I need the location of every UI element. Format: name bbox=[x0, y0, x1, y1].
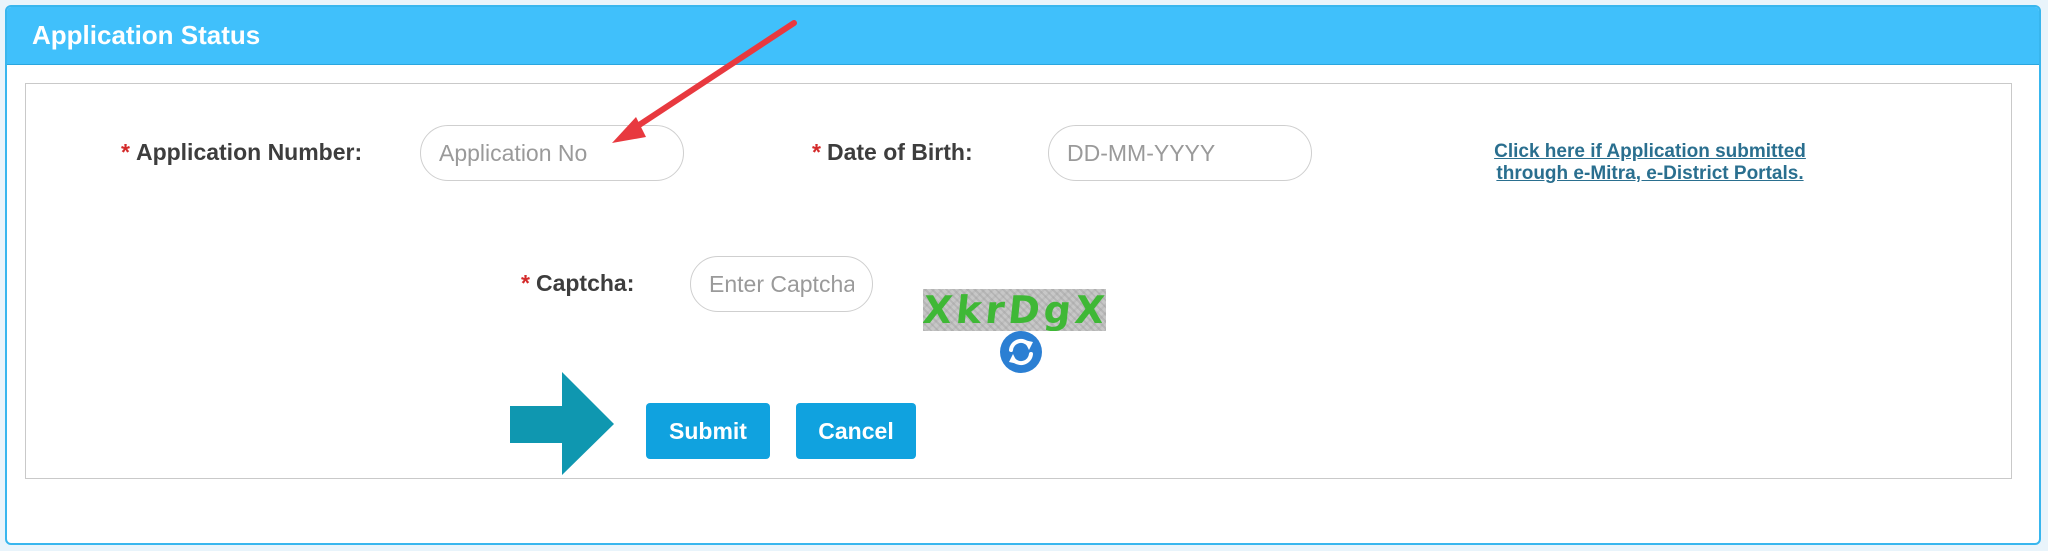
required-marker: * bbox=[812, 139, 821, 165]
captcha-label-text: Captcha: bbox=[535, 270, 635, 296]
date-of-birth-input[interactable] bbox=[1048, 125, 1312, 181]
page-title: Application Status bbox=[32, 20, 261, 50]
captcha-image-text: XkrDgX bbox=[923, 289, 1106, 331]
submit-button[interactable]: Submit bbox=[646, 403, 770, 459]
captcha-image: XkrDgX bbox=[923, 289, 1106, 331]
application-number-label-text: Application Number: bbox=[135, 139, 363, 165]
emitra-link-line1: Click here if Application submitted bbox=[1494, 141, 1806, 162]
date-of-birth-label-text: Date of Birth: bbox=[826, 139, 973, 165]
emitra-edistrict-link[interactable]: Click here if Application submitted thro… bbox=[1440, 141, 1860, 185]
date-of-birth-label: * Date of Birth: bbox=[812, 141, 973, 164]
refresh-icon bbox=[1009, 338, 1033, 366]
emitra-link-line2: through e-Mitra, e-District Portals. bbox=[1496, 163, 1804, 184]
captcha-label: * Captcha: bbox=[521, 272, 634, 295]
panel-header: Application Status bbox=[7, 7, 2039, 65]
application-number-label: * Application Number: bbox=[121, 141, 362, 164]
cancel-button[interactable]: Cancel bbox=[796, 403, 916, 459]
required-marker: * bbox=[121, 139, 130, 165]
required-marker: * bbox=[521, 270, 530, 296]
captcha-input[interactable] bbox=[690, 256, 873, 312]
refresh-captcha-button[interactable] bbox=[1000, 331, 1042, 373]
application-number-input[interactable] bbox=[420, 125, 684, 181]
